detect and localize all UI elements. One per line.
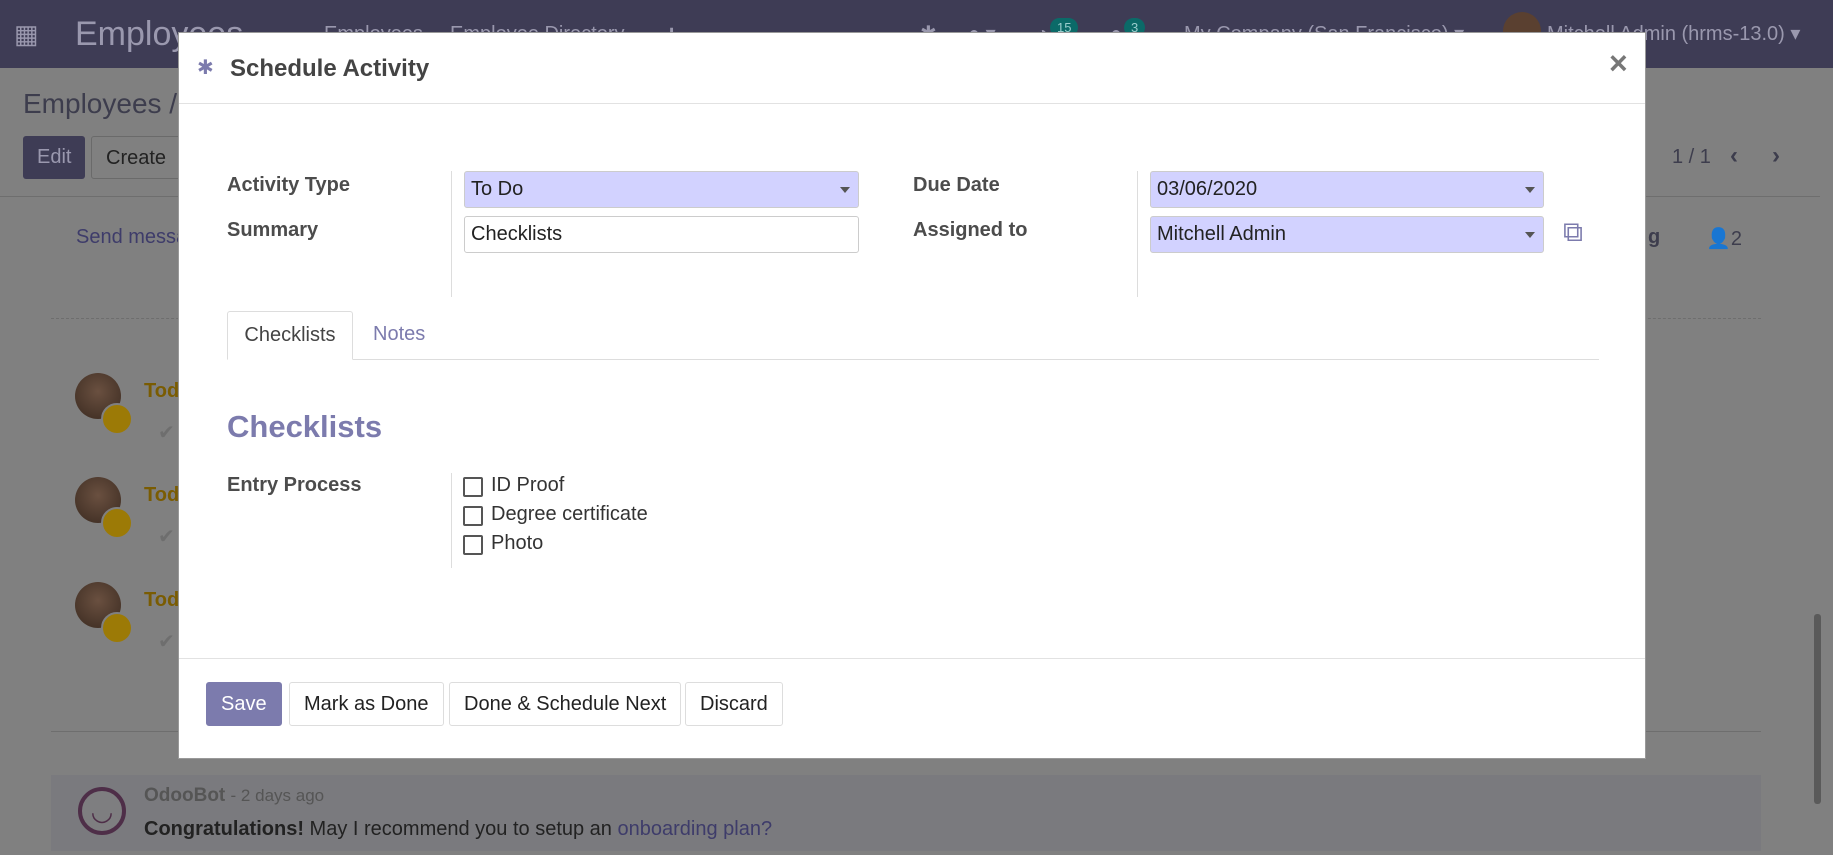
assigned-to-value: Mitchell Admin — [1157, 223, 1286, 245]
activity-type-select[interactable]: To Do — [464, 171, 859, 208]
bug-icon: ✱ — [197, 57, 214, 79]
message-header: OdooBot - 2 days ago — [144, 785, 324, 807]
activity-type-icon — [101, 507, 133, 539]
activity-type-value: To Do — [471, 178, 524, 200]
caret-down-icon — [1525, 232, 1535, 238]
divider — [1137, 171, 1138, 297]
checklist-item[interactable]: ID Proof — [463, 474, 763, 501]
divider — [451, 171, 452, 297]
message-item: ◡ OdooBot - 2 days ago Congratulations! … — [51, 775, 1761, 851]
pager-next-icon[interactable]: › — [1772, 142, 1780, 170]
tab-checklists[interactable]: Checklists — [227, 311, 353, 360]
user-icon: 👤 — [1706, 228, 1731, 250]
check-icon[interactable]: ✔ — [158, 420, 175, 445]
send-message-button[interactable]: Send messa — [76, 226, 187, 249]
activity-title[interactable]: Tod — [144, 380, 179, 403]
activity-title[interactable]: Tod — [144, 589, 179, 612]
entry-process-label: Entry Process — [227, 474, 362, 496]
dialog-header: ✱ Schedule Activity × — [179, 33, 1645, 104]
checklist-label: Photo — [491, 532, 544, 554]
assigned-to-label: Assigned to — [913, 219, 1028, 241]
odoobot-avatar: ◡ — [78, 787, 126, 835]
checkbox[interactable] — [463, 535, 483, 555]
mark-as-done-button[interactable]: Mark as Done — [289, 682, 444, 726]
message-bold: Congratulations! — [144, 818, 304, 840]
tab-notes[interactable]: Notes — [373, 311, 425, 357]
caret-down-icon — [1525, 187, 1535, 193]
due-date-value: 03/06/2020 — [1157, 178, 1258, 200]
close-button[interactable]: × — [1609, 45, 1628, 82]
divider — [451, 473, 452, 568]
notebook-tabs — [227, 359, 1599, 360]
activity-type-icon — [101, 612, 133, 644]
followers-count[interactable]: 👤2 — [1706, 226, 1742, 251]
section-title: Checklists — [227, 409, 383, 444]
edit-button[interactable]: Edit — [23, 136, 86, 179]
breadcrumb[interactable]: Employees / — [23, 88, 177, 120]
done-schedule-next-button[interactable]: Done & Schedule Next — [449, 682, 682, 726]
due-date-label: Due Date — [913, 174, 1000, 196]
log-note-button[interactable]: g — [1648, 226, 1660, 249]
dialog-footer-divider — [179, 658, 1645, 659]
message-text: May I recommend you to setup an — [304, 818, 618, 840]
checklist-item[interactable]: Photo — [463, 532, 763, 559]
checklist-item[interactable]: Degree certificate — [463, 503, 763, 530]
activity-type-icon — [101, 403, 133, 435]
checkbox[interactable] — [463, 506, 483, 526]
apps-grid-icon[interactable]: ▦ — [14, 0, 39, 68]
schedule-activity-dialog: ✱ Schedule Activity × Activity Type Summ… — [178, 32, 1646, 759]
onboarding-plan-link[interactable]: onboarding plan? — [618, 818, 773, 840]
dialog-title: Schedule Activity — [230, 55, 430, 82]
message-body: Congratulations! May I recommend you to … — [144, 818, 772, 841]
discard-button[interactable]: Discard — [685, 682, 783, 726]
activity-type-label: Activity Type — [227, 174, 350, 196]
assigned-to-select[interactable]: Mitchell Admin — [1150, 216, 1544, 253]
save-button[interactable]: Save — [206, 682, 282, 726]
external-link-icon[interactable]: ⧉ — [1563, 216, 1583, 249]
message-time: - 2 days ago — [230, 786, 325, 805]
create-button[interactable]: Create — [91, 136, 182, 179]
followers-number: 2 — [1730, 228, 1743, 250]
due-date-input[interactable]: 03/06/2020 — [1150, 171, 1544, 208]
checklist-label: ID Proof — [491, 474, 565, 496]
summary-label: Summary — [227, 219, 319, 241]
message-author: OdooBot — [144, 785, 226, 806]
activity-title[interactable]: Tod — [144, 484, 179, 507]
scrollbar[interactable] — [1814, 614, 1821, 804]
check-icon[interactable]: ✔ — [158, 629, 175, 654]
pager-prev-icon[interactable]: ‹ — [1730, 142, 1738, 170]
pager: 1 / 1 — [1672, 146, 1711, 168]
caret-down-icon — [840, 187, 850, 193]
checklist-label: Degree certificate — [491, 503, 648, 525]
summary-input[interactable]: Checklists — [464, 216, 859, 253]
check-icon[interactable]: ✔ — [158, 524, 175, 549]
checkbox[interactable] — [463, 477, 483, 497]
